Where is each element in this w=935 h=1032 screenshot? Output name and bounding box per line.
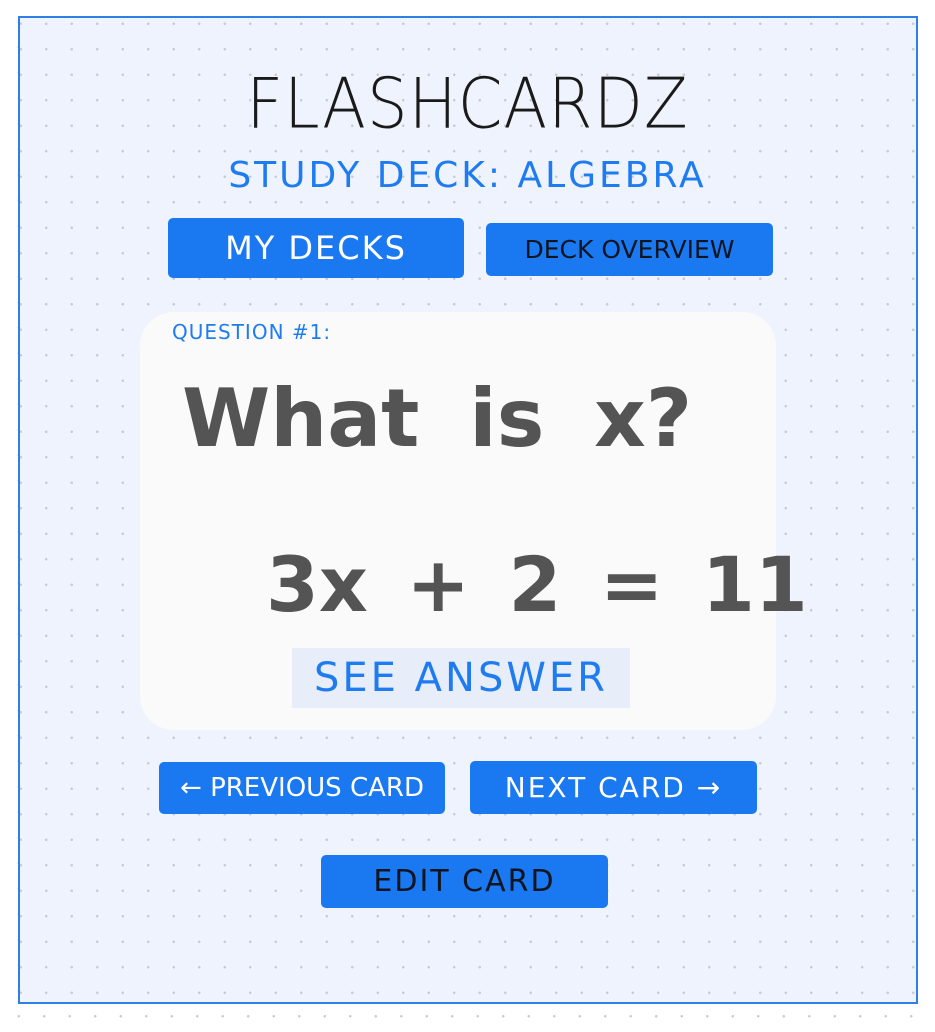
app-title: FLASHCARDZ [246, 65, 689, 145]
next-card-label: NEXT CARD → [504, 771, 723, 804]
next-card-button[interactable]: NEXT CARD → [470, 761, 757, 814]
edit-card-button[interactable]: EDIT CARD [321, 855, 608, 908]
deck-overview-label: DECK OVERVIEW [524, 235, 735, 264]
question-label: QUESTION #1: [172, 320, 332, 344]
previous-card-button[interactable]: ← PREVIOUS CARD [159, 762, 445, 814]
question-text: What is x? [182, 372, 693, 465]
previous-card-label: ← PREVIOUS CARD [180, 773, 424, 803]
deck-subtitle: STUDY DECK: ALGEBRA [228, 155, 707, 196]
my-decks-label: MY DECKS [225, 229, 407, 267]
see-answer-label: SEE ANSWER [314, 655, 608, 701]
canvas: FLASHCARDZ STUDY DECK: ALGEBRA MY DECKS … [0, 0, 935, 1032]
see-answer-button[interactable]: SEE ANSWER [292, 648, 630, 708]
edit-card-label: EDIT CARD [373, 864, 556, 899]
question-equation: 3x + 2 = 11 [266, 540, 808, 629]
my-decks-button[interactable]: MY DECKS [168, 218, 464, 278]
deck-overview-button[interactable]: DECK OVERVIEW [486, 223, 773, 276]
